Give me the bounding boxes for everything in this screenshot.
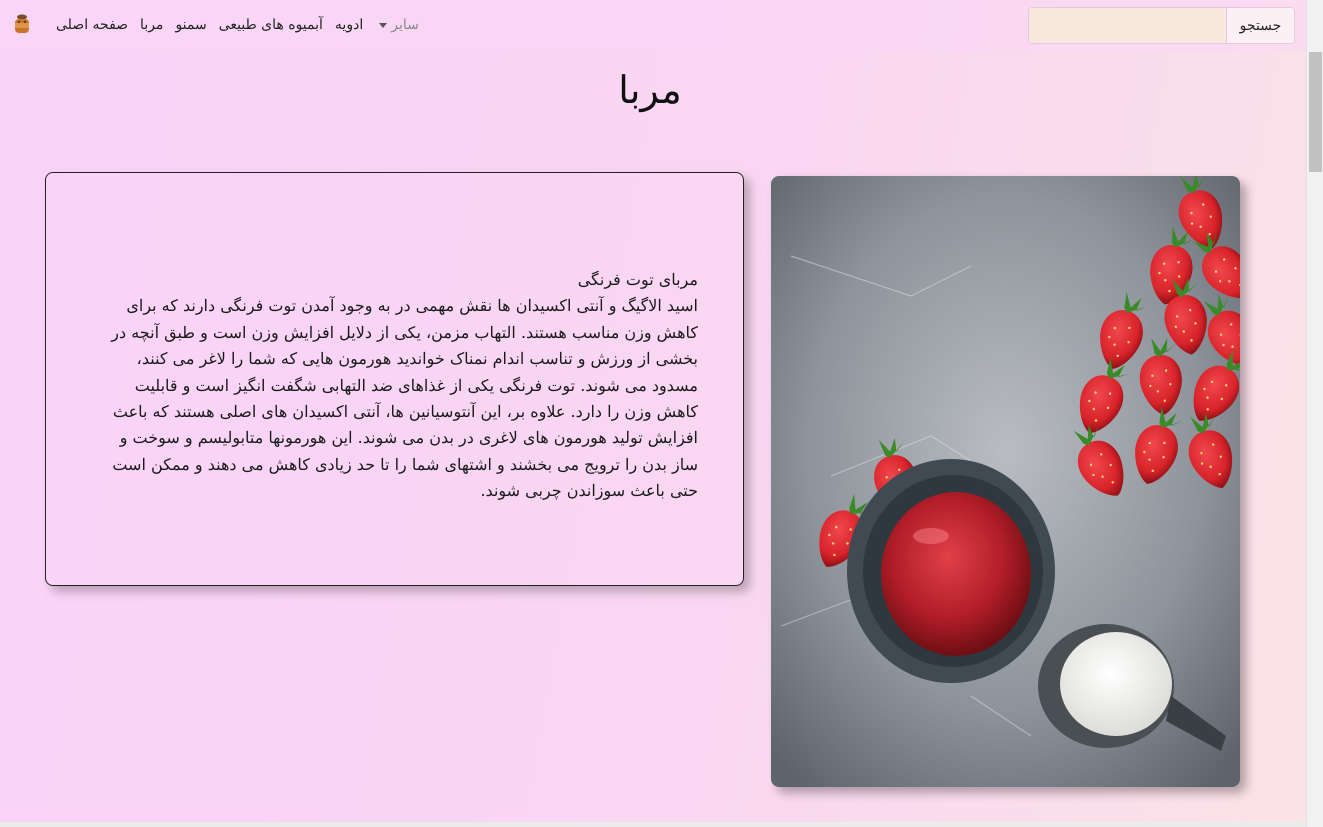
search-button[interactable]: جستجو <box>1226 8 1294 43</box>
nav-dropdown-label: سایر <box>391 17 419 33</box>
strawberry-jam-photo <box>771 176 1240 787</box>
page-title: مربا <box>618 68 682 112</box>
article-heading: مربای توت فرنگی <box>577 270 698 289</box>
chevron-down-icon <box>379 22 388 28</box>
nav-links: صفحه اصلی مربا سمنو آبمیوه های طبیعی ادو… <box>56 14 419 36</box>
top-navbar: صفحه اصلی مربا سمنو آبمیوه های طبیعی ادو… <box>0 0 1306 52</box>
nav-link-samanu[interactable]: سمنو <box>175 17 206 33</box>
nav-dropdown-other[interactable]: سایر <box>375 17 419 33</box>
article-text: مربای توت فرنگی اسید الاگیگ و آنتی اکسید… <box>94 267 698 505</box>
jam-jar-icon[interactable] <box>12 13 32 35</box>
nav-link-jam[interactable]: مربا <box>140 17 163 33</box>
search-input[interactable] <box>1029 8 1226 43</box>
nav-link-natural-juices[interactable]: آبمیوه های طبیعی <box>219 17 323 33</box>
search-form: جستجو <box>1028 7 1295 44</box>
horizontal-scrollbar[interactable] <box>0 822 1306 827</box>
article-card: مربای توت فرنگی اسید الاگیگ و آنتی اکسید… <box>45 172 744 586</box>
vertical-scrollbar[interactable] <box>1306 0 1323 827</box>
nav-link-home[interactable]: صفحه اصلی <box>56 17 128 33</box>
nav-link-spices[interactable]: ادویه <box>335 17 363 33</box>
article-body: اسید الاگیگ و آنتی اکسیدان ها نقش مهمی د… <box>111 296 698 501</box>
photo-illustration <box>771 176 1240 787</box>
scrollbar-thumb[interactable] <box>1309 52 1322 172</box>
